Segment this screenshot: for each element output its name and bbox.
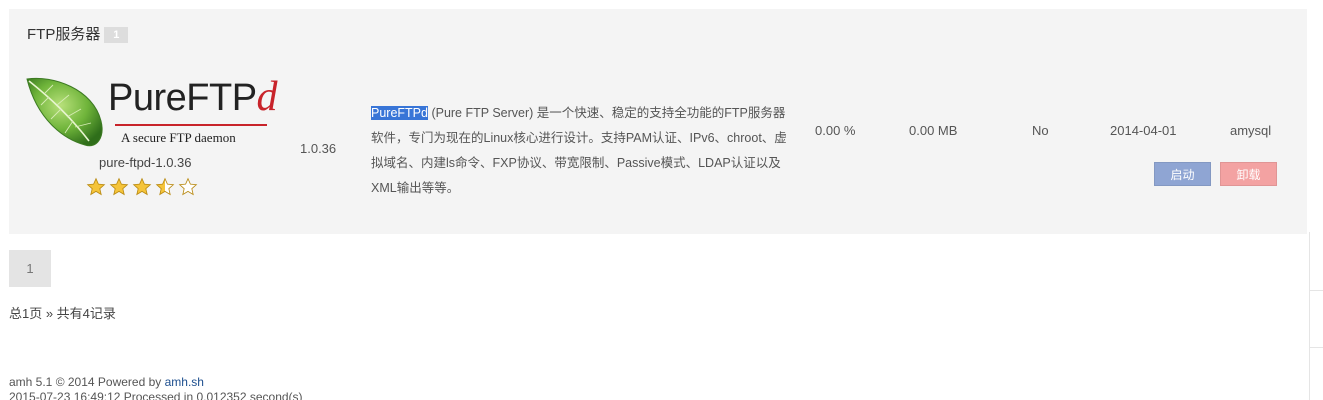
dependency: amysql [1230, 123, 1272, 138]
footer-line-1: amh 5.1 © 2014 Powered by amh.sh [9, 375, 303, 390]
start-button[interactable]: 启动 [1154, 162, 1211, 186]
description-text: (Pure FTP Server) 是一个快速、稳定的支持全功能的FTP服务器软… [371, 106, 787, 195]
rating-stars [86, 177, 198, 197]
running-status: No [1032, 123, 1049, 138]
logo-underline [115, 124, 267, 126]
logo-wordmark: PureFTPd [108, 74, 278, 120]
logo-main-text: PureFTP [108, 77, 257, 119]
cpu-usage: 0.00 % [815, 123, 856, 138]
page: FTP服务器 1 PureFTPd A secure FTP daemon pur [0, 0, 1323, 400]
memory-usage: 0.00 MB [909, 123, 958, 138]
uninstall-button[interactable]: 卸载 [1220, 162, 1277, 186]
star-full-icon [132, 177, 152, 196]
page-button-1[interactable]: 1 [9, 250, 51, 287]
ftp-server-panel: FTP服务器 1 PureFTPd A secure FTP daemon pur [9, 9, 1307, 234]
panel-title-text: FTP服务器 [27, 26, 101, 43]
star-empty-icon [178, 177, 198, 196]
description-highlight: PureFTPd [371, 106, 428, 120]
star-full-icon [86, 177, 106, 196]
pureftpd-logo: PureFTPd A secure FTP daemon [23, 75, 278, 159]
star-half-icon [155, 177, 175, 196]
footer-line-2: 2015-07-23 16:49:12 Processed in 0.01235… [9, 390, 303, 400]
app-description: PureFTPd (Pure FTP Server) 是一个快速、稳定的支持全功… [371, 101, 791, 201]
panel-title: FTP服务器 1 [27, 25, 129, 45]
logo-tagline: A secure FTP daemon [121, 130, 236, 145]
package-name: pure-ftpd-1.0.36 [99, 155, 192, 170]
count-badge: 1 [104, 27, 129, 44]
footer: amh 5.1 © 2014 Powered by amh.sh 2015-07… [9, 375, 303, 400]
star-full-icon [109, 177, 129, 196]
side-toolbar[interactable] [1309, 232, 1323, 400]
pagination-summary: 总1页 » 共有4记录 [9, 306, 116, 321]
leaf-icon [26, 77, 103, 147]
amh-link[interactable]: amh.sh [165, 375, 204, 389]
release-date: 2014-04-01 [1110, 123, 1177, 138]
version-number: 1.0.36 [300, 141, 337, 156]
side-toolbar-divider [1310, 347, 1323, 348]
footer-copyright: amh 5.1 © 2014 Powered by [9, 375, 165, 389]
logo-d-letter: d [256, 74, 278, 120]
side-toolbar-divider [1310, 290, 1323, 291]
